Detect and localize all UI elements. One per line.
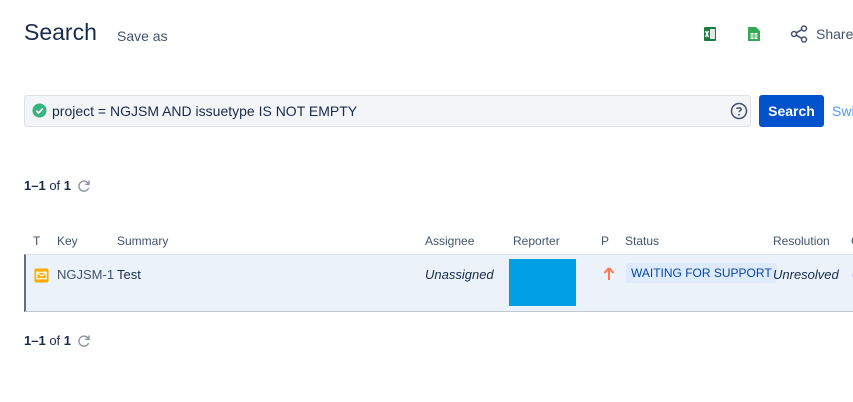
- pagination-of: of: [49, 333, 61, 348]
- col-header-assignee[interactable]: Assignee: [425, 234, 474, 248]
- pagination-of: of: [49, 178, 61, 193]
- arrow-up-icon: [603, 267, 615, 280]
- refresh-icon[interactable]: [77, 179, 91, 193]
- refresh-icon[interactable]: [77, 334, 91, 348]
- pagination-total: 1: [63, 178, 72, 193]
- email-request-icon: [34, 268, 49, 283]
- jql-query-text: project = NGJSM AND issuetype IS NOT EMP…: [52, 103, 358, 119]
- page-title: Search: [24, 19, 97, 45]
- pagination-bottom: 1–1 of 1: [24, 333, 91, 348]
- col-header-status[interactable]: Status: [625, 234, 659, 248]
- col-header-priority[interactable]: P: [601, 234, 609, 248]
- issue-key-link[interactable]: NGJSM-1: [57, 267, 114, 282]
- google-sheets-icon[interactable]: [747, 26, 761, 42]
- pagination-range: 1–1: [24, 333, 46, 348]
- col-header-summary[interactable]: Summary: [117, 234, 168, 248]
- check-circle-icon: [32, 103, 47, 118]
- share-button[interactable]: Share: [790, 25, 853, 43]
- col-header-key[interactable]: Key: [57, 234, 78, 248]
- issue-summary-link[interactable]: Test: [117, 267, 141, 282]
- table-header: T Key Summary Assignee Reporter P Status…: [24, 228, 853, 254]
- excel-icon[interactable]: [703, 26, 717, 42]
- search-button[interactable]: Search: [759, 95, 824, 127]
- status-badge: WAITING FOR SUPPORT: [626, 263, 777, 283]
- jql-query-input[interactable]: project = NGJSM AND issuetype IS NOT EMP…: [24, 95, 751, 127]
- help-icon[interactable]: [730, 102, 748, 120]
- col-header-type[interactable]: T: [33, 234, 40, 248]
- issue-assignee: Unassigned: [425, 267, 494, 282]
- share-label: Share: [816, 26, 853, 42]
- pagination-top: 1–1 of 1: [24, 178, 91, 193]
- share-icon: [790, 25, 808, 43]
- table-row[interactable]: NGJSM-1 Test Unassigned WAITING FOR SUPP…: [24, 254, 853, 312]
- switch-to-basic-link[interactable]: Swi: [832, 103, 853, 119]
- issue-resolution: Unresolved: [773, 267, 839, 282]
- col-header-reporter[interactable]: Reporter: [513, 234, 560, 248]
- issue-table: T Key Summary Assignee Reporter P Status…: [24, 228, 853, 312]
- col-header-resolution[interactable]: Resolution: [773, 234, 830, 248]
- pagination-total: 1: [63, 333, 72, 348]
- reporter-avatar-block: [509, 259, 576, 306]
- pagination-range: 1–1: [24, 178, 46, 193]
- save-as-link[interactable]: Save as: [117, 28, 168, 44]
